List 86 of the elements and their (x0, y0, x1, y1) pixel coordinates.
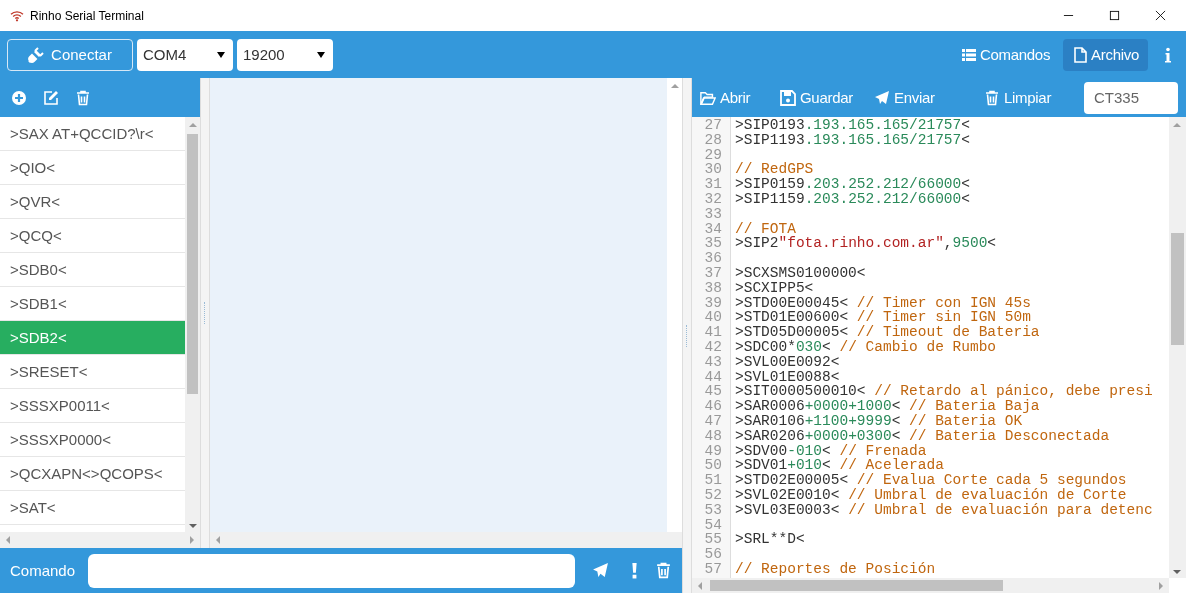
code-line: >SVL02E0010< // Umbral de evaluación de Corte (735, 487, 1127, 503)
code-line: >SIP2"fota.rinho.com.ar",9500< (735, 236, 997, 252)
code-line: // RedGPS (735, 162, 814, 178)
window-title: Rinho Serial Terminal (30, 8, 144, 23)
horizontal-scrollbar[interactable] (0, 532, 200, 548)
line-number: 50 (703, 458, 722, 474)
line-number: 30 (703, 162, 722, 178)
line-number: 31 (703, 177, 722, 192)
line-number: 49 (703, 443, 722, 459)
code-line: >SVL00E0092< (735, 354, 840, 370)
code-line: >SDC00*030< // Cambio de Rumbo (735, 339, 997, 355)
line-number: 51 (703, 473, 722, 488)
line-number: 54 (703, 517, 722, 533)
line-number: 43 (703, 354, 722, 370)
code-line: >STD01E00600< // Timer sin IGN 50m (735, 310, 1031, 326)
line-number: 38 (703, 280, 722, 296)
maximize-icon[interactable] (1109, 10, 1120, 21)
vertical-scrollbar[interactable] (185, 117, 200, 532)
line-number: 46 (703, 399, 722, 414)
paper-plane-icon (874, 89, 890, 106)
exclamation-icon[interactable] (631, 562, 638, 579)
command-input[interactable] (88, 553, 575, 588)
code-line: >SIP0193.193.165.165/21757< (735, 118, 970, 133)
line-number: 45 (703, 384, 722, 400)
line-number: 29 (703, 147, 722, 163)
port-dropdown[interactable]: COM4 (137, 38, 233, 71)
line-number: 28 (703, 132, 722, 148)
vertical-scrollbar[interactable] (1169, 117, 1186, 578)
line-number: 33 (703, 206, 722, 222)
line-number: 56 (703, 547, 722, 562)
plug-icon (28, 46, 45, 63)
code-line: >SVL03E0003< // Umbral de evaluación para detenc (735, 502, 1153, 518)
line-number: 44 (703, 369, 722, 385)
baud-dropdown[interactable]: 19200 (237, 38, 333, 71)
trash-icon (984, 89, 1000, 106)
trash-icon[interactable] (655, 562, 672, 579)
edit-icon[interactable] (43, 89, 59, 106)
line-number: 39 (703, 295, 722, 311)
line-number: 55 (703, 532, 722, 548)
code-line: >SAR0106+1100+9999< // Bateria OK (735, 413, 1023, 429)
file-name-field[interactable]: CT335 (1084, 81, 1178, 114)
line-number: 40 (703, 310, 722, 326)
code-line: >SAR0206+0000+0300< // Bateria Desconectada (735, 428, 1110, 444)
list-icon (960, 46, 977, 63)
line-number: 34 (703, 221, 722, 237)
line-number: 36 (703, 251, 722, 266)
line-number: 27 (703, 118, 722, 133)
line-number: 57 (703, 561, 722, 577)
code-line: >SDV01+010< // Acelerada (735, 458, 944, 474)
code-line: >SVL01E0088< (735, 369, 840, 385)
line-number: 47 (703, 413, 722, 429)
code-line: >SIP1159.203.252.212/66000< (735, 192, 970, 207)
code-line: >STD02E00005< // Evalua Corte cada 5 segundos (735, 473, 1127, 488)
info-icon[interactable] (1164, 46, 1172, 63)
horizontal-scrollbar[interactable] (692, 578, 1169, 593)
vertical-scrollbar[interactable] (667, 78, 682, 532)
code-line: >SAR0006+0000+1000< // Bateria Baja (735, 399, 1040, 414)
line-number: 42 (703, 339, 722, 355)
line-number: 52 (703, 487, 722, 503)
code-line: >SIT0000500010< // Retardo al pánico, debe presi (735, 384, 1153, 400)
send-icon[interactable] (592, 562, 609, 579)
code-line: >SCXIPP5< (735, 280, 814, 296)
line-number: 32 (703, 192, 722, 207)
wifi-icon (10, 9, 24, 22)
line-number: 53 (703, 502, 722, 518)
code-line: >SRL**D< (735, 532, 805, 548)
close-icon[interactable] (1155, 10, 1166, 21)
code-line: >SIP1193.193.165.165/21757< (735, 132, 970, 148)
line-number: 48 (703, 428, 722, 444)
line-number: 37 (703, 265, 722, 281)
folder-open-icon (700, 89, 716, 106)
code-line: >SCXSMS0100000< (735, 265, 866, 281)
code-line: // FOTA (735, 221, 796, 237)
file-icon (1072, 46, 1089, 63)
horizontal-scrollbar[interactable] (210, 532, 682, 548)
code-line: // Reportes de Posición (735, 561, 936, 577)
code-line: >STD00E00045< // Timer con IGN 45s (735, 295, 1031, 311)
add-icon[interactable] (11, 89, 27, 106)
line-number: 35 (703, 236, 722, 252)
tab[interactable]: Archivo (1063, 38, 1148, 71)
code-line: >SDV00-010< // Frenada (735, 443, 927, 459)
code-line: >SIP0159.203.252.212/66000< (735, 177, 970, 192)
trash-icon[interactable] (75, 89, 91, 106)
command-label: Comando (10, 562, 77, 579)
code-line: >STD05D00005< // Timeout de Bateria (735, 325, 1040, 340)
line-number: 41 (703, 325, 722, 340)
